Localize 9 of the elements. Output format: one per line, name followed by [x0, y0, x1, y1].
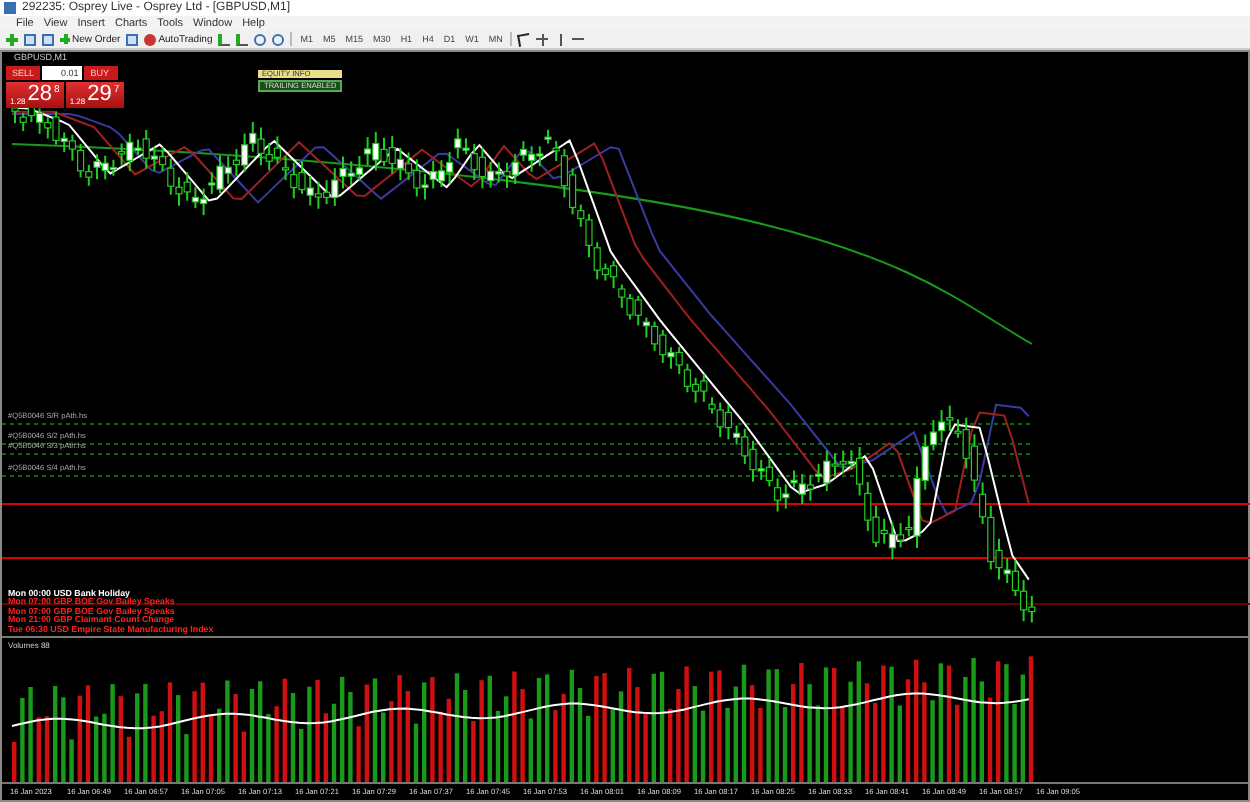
profile-icon[interactable]	[24, 33, 36, 46]
plus-icon	[60, 34, 70, 45]
crosshair-icon[interactable]	[536, 33, 549, 46]
autotrading-icon	[144, 33, 157, 46]
editor-icon[interactable]	[126, 33, 139, 46]
window-icon[interactable]	[42, 33, 54, 46]
add-chart-icon[interactable]	[6, 33, 18, 46]
cursor-icon[interactable]	[517, 32, 532, 47]
app-icon	[4, 2, 16, 14]
